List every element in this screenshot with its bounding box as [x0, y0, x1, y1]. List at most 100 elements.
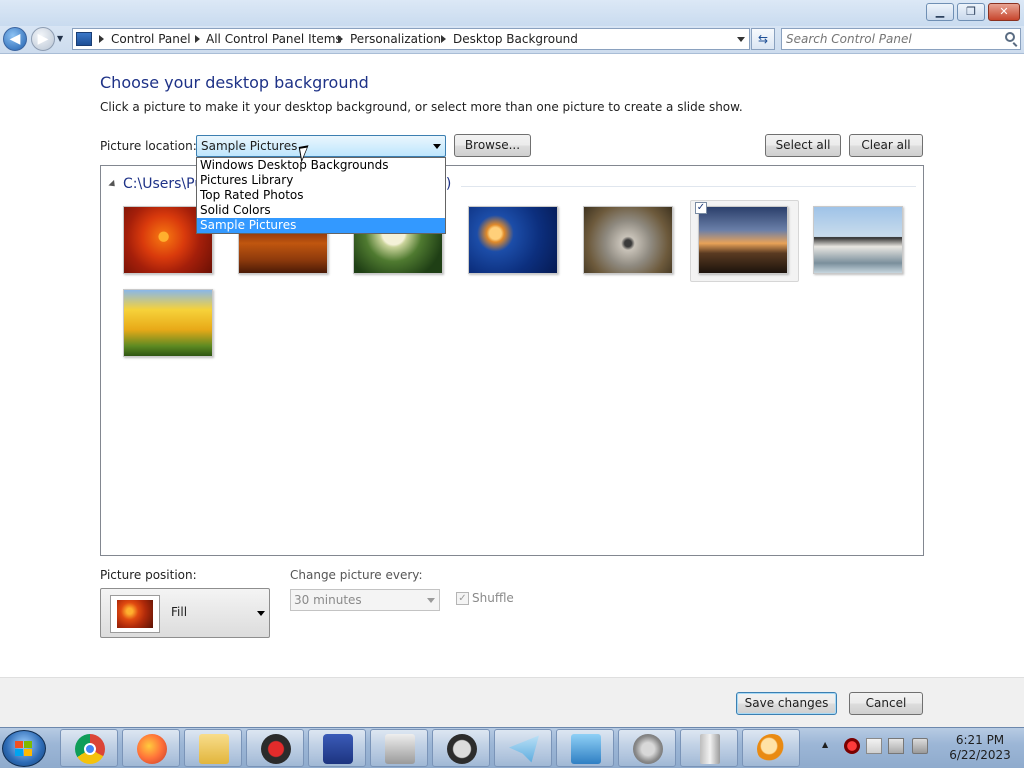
volume-muted-icon[interactable]	[912, 738, 928, 754]
show-hidden-icons-button[interactable]: ▲	[822, 740, 828, 749]
search-icon[interactable]	[1005, 32, 1015, 42]
picture-location-value: Sample Pictures	[201, 139, 298, 153]
speaker-icon	[633, 734, 663, 764]
footer-bar: Save changes Cancel	[0, 677, 1024, 727]
taskbar-chrome[interactable]	[60, 729, 118, 767]
refresh-button[interactable]: ⇆	[751, 28, 775, 50]
select-all-button[interactable]: Select all	[765, 134, 841, 157]
picture-position-value: Fill	[171, 605, 188, 619]
taskbar-speaker[interactable]	[618, 729, 676, 767]
navigation-bar: ◀ ▶ ▼ Control Panel All Control Panel It…	[0, 26, 1024, 54]
clock-time: 6:21 PM	[955, 733, 1005, 747]
breadcrumb-control-panel[interactable]: Control Panel	[111, 32, 191, 46]
cancel-button[interactable]: Cancel	[849, 692, 923, 715]
dropdown-option-pictures-library[interactable]: Pictures Library	[197, 173, 445, 188]
clear-all-button[interactable]: Clear all	[849, 134, 923, 157]
address-history-dropdown-icon[interactable]	[737, 37, 745, 42]
taskbar-network-monitor[interactable]	[556, 729, 614, 767]
taskbar-lock-app[interactable]	[432, 729, 490, 767]
maximize-button[interactable]: ❐	[957, 3, 985, 21]
control-panel-icon	[76, 32, 92, 46]
picture-lighthouse[interactable]	[698, 206, 788, 274]
title-bar: ▁ ❐ ✕	[0, 0, 1024, 26]
breadcrumb-personalization[interactable]: Personalization	[350, 32, 441, 46]
chrome-icon	[75, 734, 105, 764]
breadcrumb-arrow-icon[interactable]	[195, 35, 200, 43]
breadcrumb-all-items[interactable]: All Control Panel Items	[206, 32, 342, 46]
chevron-down-icon	[257, 611, 265, 616]
gear-icon	[261, 734, 291, 764]
back-arrow-icon: ◀	[9, 31, 21, 47]
change-picture-select[interactable]: 30 minutes	[290, 589, 440, 611]
taskbar-server-tool[interactable]	[680, 729, 738, 767]
start-button[interactable]	[2, 730, 46, 767]
picture-penguins[interactable]	[813, 206, 903, 274]
minimize-button[interactable]: ▁	[926, 3, 954, 21]
clock-date: 6/22/2023	[949, 748, 1011, 762]
page-description: Click a picture to make it your desktop …	[100, 100, 743, 114]
taskbar-telegram[interactable]	[494, 729, 552, 767]
recent-pages-icon[interactable]: ▼	[57, 34, 63, 43]
dropdown-option-top-rated-photos[interactable]: Top Rated Photos	[197, 188, 445, 203]
screenshot-icon	[323, 734, 353, 764]
taskbar-security-app[interactable]	[246, 729, 304, 767]
security-tray-icon[interactable]	[844, 738, 860, 754]
taskbar: ▲ 6:21 PM 6/22/2023	[0, 727, 1024, 768]
group-divider	[461, 186, 916, 187]
group-header[interactable]: C:\Users\Pu	[108, 176, 204, 192]
dropdown-option-solid-colors[interactable]: Solid Colors	[197, 203, 445, 218]
breadcrumb-arrow-icon[interactable]	[338, 35, 343, 43]
breadcrumb-arrow-icon[interactable]	[441, 35, 446, 43]
picture-location-select[interactable]: Sample Pictures	[196, 135, 446, 157]
change-picture-value: 30 minutes	[294, 593, 362, 607]
picture-tulips[interactable]	[123, 289, 213, 357]
save-changes-button[interactable]: Save changes	[736, 692, 837, 715]
shuffle-checkbox[interactable]: ✓	[456, 592, 469, 605]
collapse-icon[interactable]	[108, 179, 118, 189]
system-clock[interactable]: 6:21 PM 6/22/2023	[940, 733, 1020, 763]
picture-koala[interactable]	[583, 206, 673, 274]
magnifier-icon	[757, 734, 787, 764]
taskbar-file-explorer[interactable]	[184, 729, 242, 767]
picture-jellyfish[interactable]	[468, 206, 558, 274]
taskbar-printer[interactable]	[370, 729, 428, 767]
picture-position-select[interactable]: Fill	[100, 588, 270, 638]
browse-button[interactable]: Browse...	[454, 134, 531, 157]
main-content: Choose your desktop background Click a p…	[0, 55, 1024, 677]
page-title: Choose your desktop background	[100, 73, 369, 92]
network-icon[interactable]	[888, 738, 904, 754]
monitor-icon	[571, 734, 601, 764]
picture-lighthouse-checkbox[interactable]: ✓	[695, 202, 707, 214]
close-button[interactable]: ✕	[988, 3, 1020, 21]
printer-icon	[385, 734, 415, 764]
picture-location-label: Picture location:	[100, 139, 197, 153]
lock-icon	[447, 734, 477, 764]
server-icon	[700, 734, 720, 764]
action-center-icon[interactable]	[866, 738, 882, 754]
chevron-down-icon	[433, 144, 441, 149]
breadcrumb-desktop-background[interactable]: Desktop Background	[453, 32, 578, 46]
search-input[interactable]	[786, 31, 996, 47]
search-box[interactable]	[781, 28, 1021, 50]
firefox-icon	[137, 734, 167, 764]
breadcrumb-arrow-icon[interactable]	[99, 35, 104, 43]
shuffle-label: Shuffle	[472, 591, 514, 605]
taskbar-screen-tool[interactable]	[308, 729, 366, 767]
change-picture-label: Change picture every:	[290, 568, 423, 582]
position-preview-image	[110, 595, 160, 633]
address-bar[interactable]: Control Panel All Control Panel Items Pe…	[72, 28, 750, 50]
forward-button[interactable]: ▶	[31, 27, 55, 51]
folder-icon	[199, 734, 229, 764]
dropdown-option-windows-desktop-backgrounds[interactable]: Windows Desktop Backgrounds	[197, 158, 445, 173]
paper-plane-icon	[509, 735, 539, 763]
picture-location-dropdown[interactable]: Windows Desktop Backgrounds Pictures Lib…	[196, 157, 446, 234]
back-button[interactable]: ◀	[3, 27, 27, 51]
chevron-down-icon	[427, 598, 435, 603]
forward-arrow-icon: ▶	[37, 31, 49, 47]
windows-logo-icon	[15, 741, 33, 757]
dropdown-option-sample-pictures[interactable]: Sample Pictures	[197, 218, 445, 233]
group-path: C:\Users\Pu	[123, 176, 204, 192]
picture-position-label: Picture position:	[100, 568, 197, 582]
taskbar-firefox[interactable]	[122, 729, 180, 767]
taskbar-search-tool[interactable]	[742, 729, 800, 767]
